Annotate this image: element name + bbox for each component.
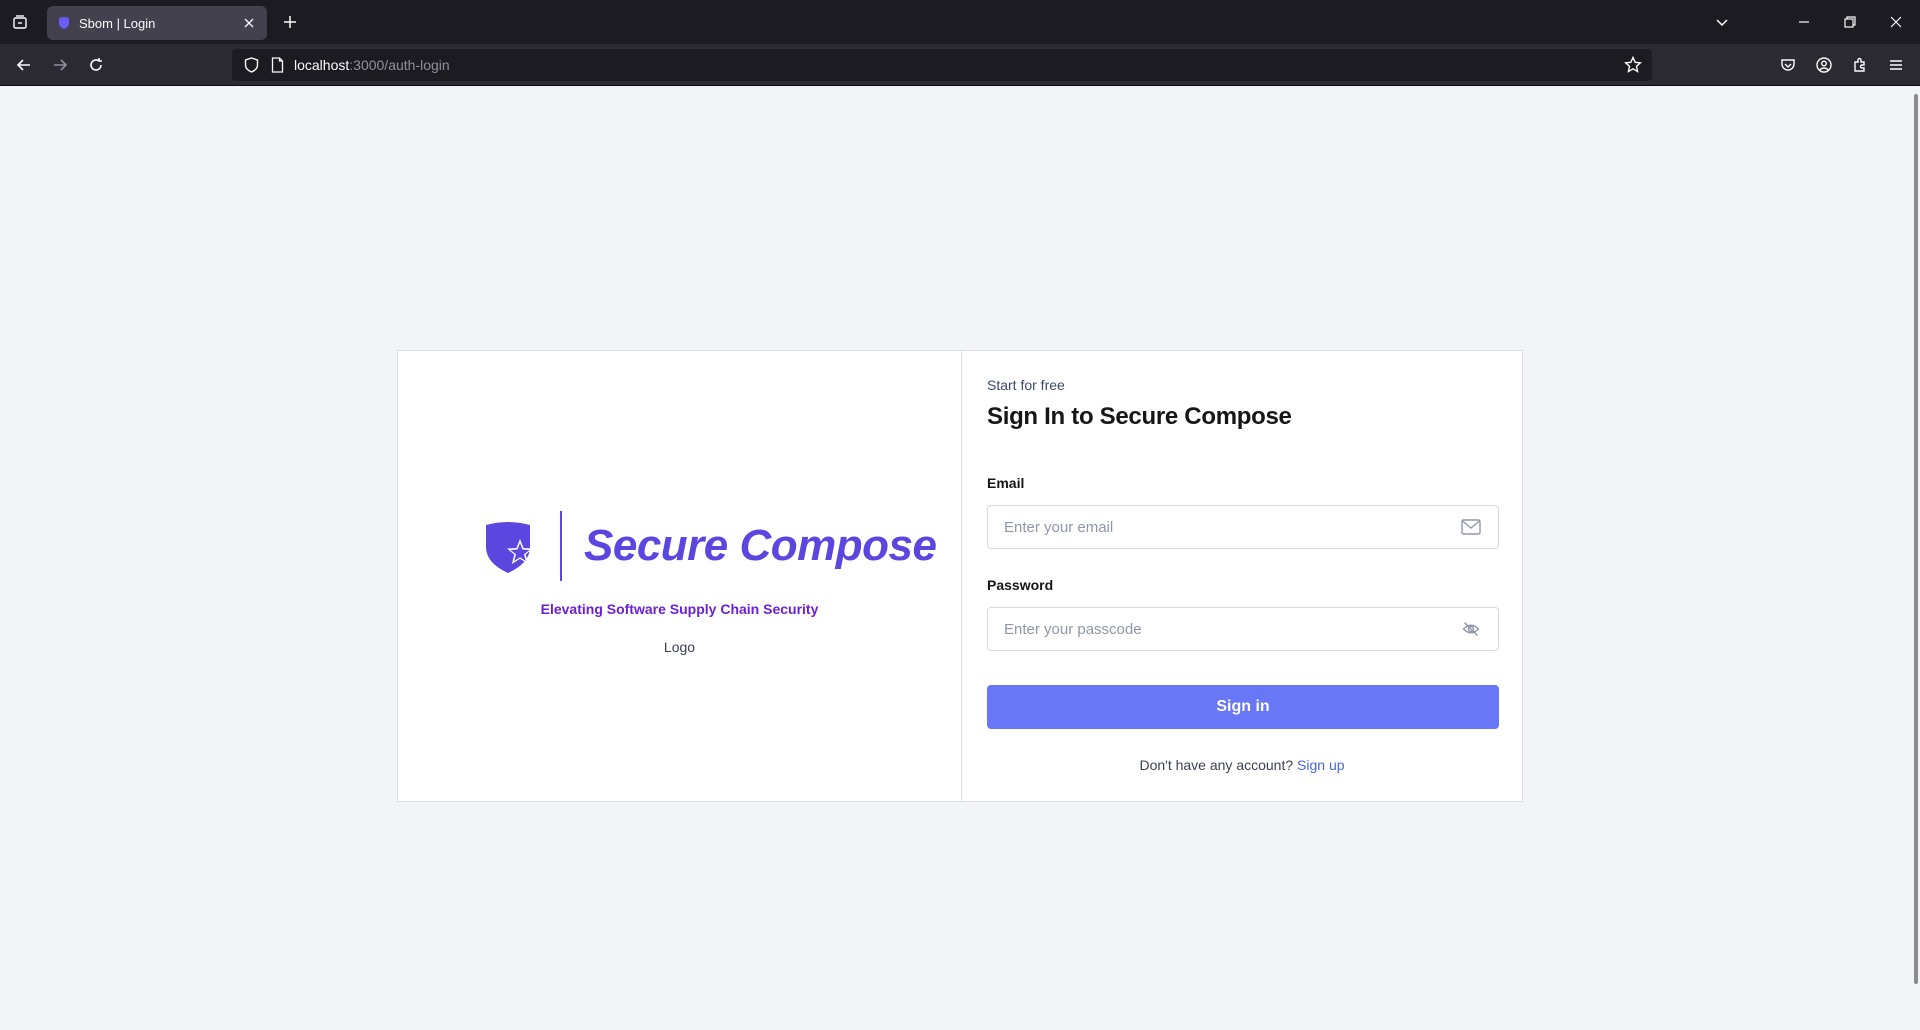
shield-icon[interactable] — [242, 56, 260, 74]
browser-nav-bar: localhost:3000/auth-login — [0, 44, 1920, 86]
account-icon[interactable] — [1812, 53, 1836, 77]
shield-favicon-icon — [57, 16, 71, 30]
logo-divider — [560, 511, 562, 581]
tab-title: Sbom | Login — [79, 15, 156, 31]
url-path: :3000/auth-login — [349, 57, 450, 73]
new-tab-icon[interactable] — [278, 10, 302, 34]
sign-in-button[interactable]: Sign in — [987, 685, 1499, 729]
address-bar[interactable]: localhost:3000/auth-login — [232, 49, 1652, 81]
page-viewport: Secure Compose Elevating Software Supply… — [0, 86, 1920, 1030]
shield-star-logo-icon — [486, 522, 533, 573]
close-window-icon[interactable] — [1882, 8, 1910, 36]
password-label: Password — [987, 577, 1054, 593]
browser-tab-active[interactable]: Sbom | Login — [47, 6, 267, 40]
password-field-wrapper — [987, 607, 1499, 651]
email-label: Email — [987, 475, 1025, 491]
email-field[interactable] — [1004, 518, 1460, 536]
page-info-icon[interactable] — [268, 56, 286, 74]
url-host: localhost — [294, 57, 350, 73]
bookmark-star-icon[interactable] — [1624, 56, 1642, 74]
forward-arrow-icon[interactable] — [48, 53, 72, 77]
login-form-panel: Start for free Sign In to Secure Compose… — [962, 351, 1522, 801]
email-field-wrapper — [987, 505, 1499, 549]
eyebrow-text: Start for free — [987, 377, 1065, 393]
logo-caption: Logo — [663, 639, 696, 655]
browser-tab-bar: Sbom | Login — [0, 0, 1920, 44]
page-scrollbar[interactable] — [1914, 94, 1918, 984]
restore-icon[interactable] — [1836, 8, 1864, 36]
back-arrow-icon[interactable] — [12, 53, 36, 77]
brand-tagline: Elevating Software Supply Chain Security — [540, 601, 819, 617]
page-title: Sign In to Secure Compose — [987, 403, 1292, 430]
envelope-icon — [1460, 516, 1482, 538]
signup-row: Don't have any account? Sign up — [962, 757, 1522, 773]
reload-icon[interactable] — [84, 53, 108, 77]
menu-icon[interactable] — [1884, 53, 1908, 77]
signup-prompt: Don't have any account? — [1139, 757, 1294, 773]
sign-up-link[interactable]: Sign up — [1297, 757, 1344, 773]
password-field[interactable] — [1004, 620, 1460, 638]
login-card: Secure Compose Elevating Software Supply… — [397, 350, 1523, 802]
eye-off-icon[interactable] — [1460, 618, 1482, 640]
chevron-down-icon[interactable] — [1708, 8, 1736, 36]
tab-list-icon[interactable] — [8, 10, 32, 34]
brand-panel: Secure Compose Elevating Software Supply… — [398, 351, 962, 801]
extensions-icon[interactable] — [1848, 53, 1872, 77]
minimize-icon[interactable] — [1790, 8, 1818, 36]
brand-logo: Secure Compose — [482, 511, 937, 581]
close-tab-icon[interactable] — [241, 15, 257, 31]
brand-name: Secure Compose — [584, 521, 937, 570]
pocket-icon[interactable] — [1776, 53, 1800, 77]
